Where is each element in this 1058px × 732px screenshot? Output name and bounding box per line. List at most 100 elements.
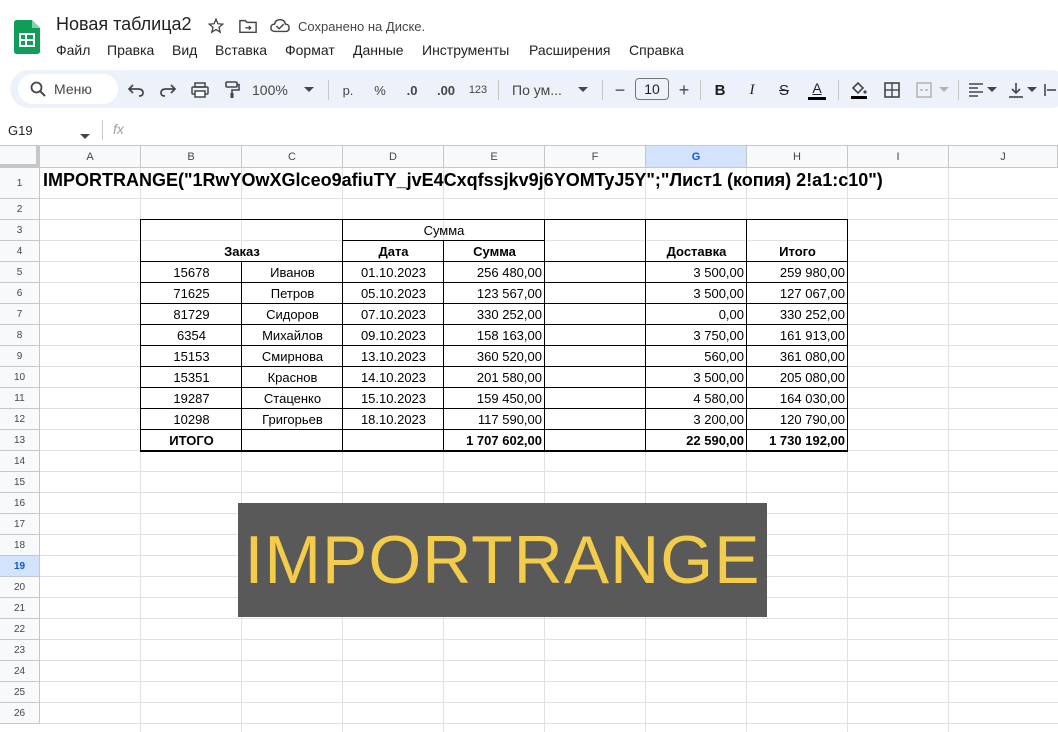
- column-header-d[interactable]: D: [343, 146, 444, 168]
- number-format-button[interactable]: 123: [466, 78, 490, 102]
- decrease-decimal-button[interactable]: .0: [400, 78, 424, 102]
- totals-total[interactable]: 1 730 192,00: [747, 430, 848, 451]
- table-cell-name[interactable]: Григорьев: [242, 409, 343, 430]
- chevron-down-icon[interactable]: [938, 78, 950, 102]
- cloud-saved-icon[interactable]: [270, 16, 290, 36]
- text-color-button[interactable]: A: [806, 78, 828, 102]
- menu-insert[interactable]: Вставка: [215, 42, 267, 58]
- column-header-g[interactable]: G: [646, 146, 747, 168]
- row-header-8[interactable]: 8: [0, 325, 40, 346]
- menu-file[interactable]: Файл: [56, 42, 90, 58]
- table-cell-delivery[interactable]: 3 750,00: [646, 325, 747, 346]
- font-size-decrease-button[interactable]: −: [612, 78, 628, 102]
- table-cell-delivery[interactable]: 4 580,00: [646, 388, 747, 409]
- sheets-logo-icon[interactable]: [14, 20, 40, 54]
- menu-edit[interactable]: Правка: [107, 42, 154, 58]
- header-date[interactable]: Дата: [343, 241, 444, 262]
- chevron-down-icon[interactable]: [302, 78, 316, 102]
- chevron-down-icon[interactable]: [576, 78, 590, 102]
- table-cell-sum[interactable]: 158 163,00: [444, 325, 545, 346]
- vertical-align-icon[interactable]: [1006, 78, 1026, 102]
- table-cell-name[interactable]: Сидоров: [242, 304, 343, 325]
- table-cell-sum[interactable]: 360 520,00: [444, 346, 545, 367]
- borders-icon[interactable]: [882, 78, 902, 102]
- row-header-23[interactable]: 23: [0, 640, 40, 661]
- row-header-24[interactable]: 24: [0, 661, 40, 682]
- redo-icon[interactable]: [158, 78, 178, 102]
- table-cell-sum[interactable]: 117 590,00: [444, 409, 545, 430]
- table-cell-date[interactable]: 07.10.2023: [343, 304, 444, 325]
- table-cell-id[interactable]: 6354: [141, 325, 242, 346]
- undo-icon[interactable]: [126, 78, 146, 102]
- chevron-down-icon[interactable]: [986, 78, 998, 102]
- table-cell-id[interactable]: 10298: [141, 409, 242, 430]
- row-header-4[interactable]: 4: [0, 241, 40, 262]
- formula-cell-a1[interactable]: IMPORTRANGE("1RwYOwXGlceo9afiuTY_jvE4Cxq…: [43, 170, 883, 191]
- table-cell-id[interactable]: 15153: [141, 346, 242, 367]
- table-cell-sum[interactable]: 123 567,00: [444, 283, 545, 304]
- header-summa-group[interactable]: Сумма: [343, 220, 545, 241]
- row-header-11[interactable]: 11: [0, 388, 40, 409]
- table-cell-id[interactable]: 15351: [141, 367, 242, 388]
- table-cell-total[interactable]: 205 080,00: [747, 367, 848, 388]
- row-header-6[interactable]: 6: [0, 283, 40, 304]
- table-cell-name[interactable]: Стаценко: [242, 388, 343, 409]
- row-header-14[interactable]: 14: [0, 451, 40, 472]
- font-size-increase-button[interactable]: +: [676, 78, 692, 102]
- row-header-13[interactable]: 13: [0, 430, 40, 451]
- table-cell-sum[interactable]: 330 252,00: [444, 304, 545, 325]
- row-header-26[interactable]: 26: [0, 703, 40, 724]
- italic-button[interactable]: I: [742, 78, 762, 102]
- table-cell-name[interactable]: Иванов: [242, 262, 343, 283]
- table-cell-name[interactable]: Михайлов: [242, 325, 343, 346]
- row-header-22[interactable]: 22: [0, 619, 40, 640]
- chevron-down-icon[interactable]: [80, 127, 90, 145]
- row-header-1[interactable]: 1: [0, 168, 40, 199]
- header-sum[interactable]: Сумма: [444, 241, 545, 262]
- table-cell-date[interactable]: 18.10.2023: [343, 409, 444, 430]
- menu-data[interactable]: Данные: [353, 42, 404, 58]
- table-cell-id[interactable]: 19287: [141, 388, 242, 409]
- row-header-16[interactable]: 16: [0, 493, 40, 514]
- row-header-15[interactable]: 15: [0, 472, 40, 493]
- row-header-21[interactable]: 21: [0, 598, 40, 619]
- font-size-input[interactable]: 10: [635, 78, 669, 100]
- table-cell-total[interactable]: 127 067,00: [747, 283, 848, 304]
- column-header-i[interactable]: I: [848, 146, 949, 168]
- table-cell-date[interactable]: 13.10.2023: [343, 346, 444, 367]
- star-icon[interactable]: [206, 16, 226, 36]
- row-header-7[interactable]: 7: [0, 304, 40, 325]
- header-order[interactable]: Заказ: [141, 241, 343, 262]
- table-cell-id[interactable]: 71625: [141, 283, 242, 304]
- zoom-select[interactable]: 100%: [252, 78, 300, 102]
- row-header-25[interactable]: 25: [0, 682, 40, 703]
- table-cell-delivery[interactable]: 0,00: [646, 304, 747, 325]
- row-header-12[interactable]: 12: [0, 409, 40, 430]
- table-cell-sum[interactable]: 159 450,00: [444, 388, 545, 409]
- row-header-19[interactable]: 19: [0, 556, 40, 577]
- document-title[interactable]: Новая таблица2: [56, 14, 192, 35]
- table-cell-name[interactable]: Смирнова: [242, 346, 343, 367]
- row-header-20[interactable]: 20: [0, 577, 40, 598]
- header-total[interactable]: Итого: [747, 241, 848, 262]
- row-header-3[interactable]: 3: [0, 220, 40, 241]
- menu-tools[interactable]: Инструменты: [422, 42, 509, 58]
- chevron-down-icon[interactable]: [1026, 78, 1038, 102]
- bold-button[interactable]: B: [710, 78, 730, 102]
- menu-format[interactable]: Формат: [285, 42, 335, 58]
- increase-decimal-button[interactable]: .00: [432, 78, 460, 102]
- align-left-icon[interactable]: [966, 78, 986, 102]
- menu-help[interactable]: Справка: [629, 42, 684, 58]
- table-cell-total[interactable]: 259 980,00: [747, 262, 848, 283]
- move-folder-icon[interactable]: [238, 16, 258, 36]
- column-header-h[interactable]: H: [747, 146, 848, 168]
- table-cell-id[interactable]: 15678: [141, 262, 242, 283]
- table-cell-total[interactable]: 161 913,00: [747, 325, 848, 346]
- row-header-10[interactable]: 10: [0, 367, 40, 388]
- row-header-9[interactable]: 9: [0, 346, 40, 367]
- table-cell-delivery[interactable]: 3 500,00: [646, 262, 747, 283]
- totals-delivery[interactable]: 22 590,00: [646, 430, 747, 451]
- column-header-b[interactable]: B: [141, 146, 242, 168]
- text-wrap-icon[interactable]: [1044, 78, 1056, 102]
- font-family-select[interactable]: По ум...: [512, 78, 574, 102]
